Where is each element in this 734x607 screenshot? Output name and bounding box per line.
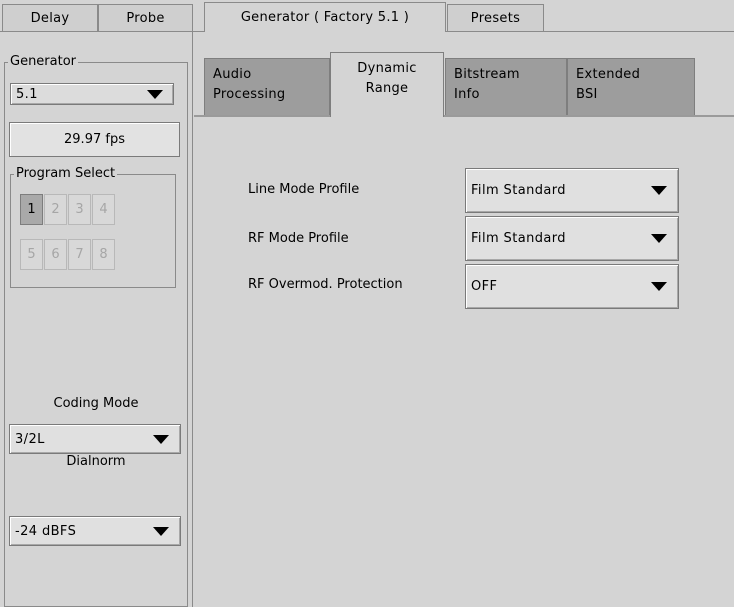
- coding-mode-select[interactable]: 3/2L: [9, 424, 181, 454]
- chevron-down-icon: [651, 186, 667, 195]
- tab-generator[interactable]: Generator ( Factory 5.1 ): [204, 2, 446, 32]
- program-button-4-label: 4: [99, 202, 108, 217]
- program-button-2[interactable]: 2: [44, 194, 67, 225]
- subtab-audio-processing-line1: Audio: [213, 67, 252, 82]
- dialnorm-label: Dialnorm: [66, 454, 126, 469]
- dialnorm-value: -24 dBFS: [15, 523, 77, 539]
- program-button-1-label: 1: [27, 202, 36, 217]
- line-mode-profile-label: Line Mode Profile: [248, 182, 360, 197]
- subtab-dynamic-range-line1: Dynamic: [357, 61, 417, 76]
- rf-overmod-protection-label: RF Overmod. Protection: [248, 277, 403, 292]
- subtab-dynamic-range[interactable]: Dynamic Range: [330, 52, 444, 117]
- coding-mode-label: Coding Mode: [53, 396, 139, 411]
- chevron-down-icon: [153, 526, 169, 536]
- chevron-down-icon: [651, 234, 667, 243]
- generator-group-label: Generator: [8, 54, 79, 69]
- subtab-dynamic-range-line2: Range: [365, 81, 409, 96]
- program-select-label: Program Select: [14, 166, 118, 181]
- generator-select[interactable]: 5.1: [10, 83, 174, 105]
- tab-presets-label: Presets: [470, 11, 521, 26]
- subtab-audio-processing-line2: Processing: [213, 87, 286, 102]
- coding-mode-value: 3/2L: [15, 431, 45, 447]
- rf-overmod-protection-select[interactable]: OFF: [465, 264, 679, 309]
- subtab-audio-processing[interactable]: Audio Processing: [204, 58, 330, 115]
- chevron-down-icon: [651, 282, 667, 291]
- program-button-5[interactable]: 5: [20, 239, 43, 270]
- subtab-divider: [194, 115, 734, 117]
- fps-display: 29.97 fps: [9, 122, 180, 157]
- subtab-bitstream-info-line2: Info: [454, 87, 480, 102]
- program-button-8-label: 8: [99, 247, 108, 262]
- subtab-extended-bsi-line2: BSI: [576, 87, 598, 102]
- line-mode-profile-select[interactable]: Film Standard: [465, 168, 679, 213]
- subtab-bitstream-info[interactable]: Bitstream Info: [445, 58, 567, 115]
- generator-select-value: 5.1: [16, 86, 38, 102]
- program-button-6-label: 6: [51, 247, 60, 262]
- tab-generator-label: Generator ( Factory 5.1 ): [240, 10, 410, 25]
- rf-mode-profile-label: RF Mode Profile: [248, 231, 349, 246]
- tab-presets[interactable]: Presets: [447, 4, 544, 32]
- rf-mode-profile-select[interactable]: Film Standard: [465, 216, 679, 261]
- program-button-7[interactable]: 7: [68, 239, 91, 270]
- program-button-3-label: 3: [75, 202, 84, 217]
- subtab-extended-bsi-line1: Extended: [576, 67, 641, 82]
- program-button-5-label: 5: [27, 247, 36, 262]
- fps-value: 29.97 fps: [64, 132, 125, 147]
- tab-delay[interactable]: Delay: [2, 4, 98, 32]
- chevron-down-icon: [153, 434, 169, 444]
- tab-delay-label: Delay: [30, 11, 70, 26]
- program-button-3[interactable]: 3: [68, 194, 91, 225]
- chevron-down-icon: [147, 89, 163, 99]
- rf-mode-profile-value: Film Standard: [471, 231, 566, 246]
- subtab-bitstream-info-line1: Bitstream: [454, 67, 520, 82]
- program-button-1[interactable]: 1: [20, 194, 43, 225]
- subtab-extended-bsi[interactable]: Extended BSI: [567, 58, 695, 115]
- program-button-2-label: 2: [51, 202, 60, 217]
- tab-probe[interactable]: Probe: [98, 4, 193, 32]
- rf-overmod-protection-value: OFF: [471, 279, 498, 294]
- left-panel: Generator 5.1 29.97 fps Program Select 1…: [0, 32, 193, 607]
- program-button-4[interactable]: 4: [92, 194, 115, 225]
- tab-probe-label: Probe: [126, 11, 165, 26]
- program-select-group: [10, 174, 176, 288]
- program-button-6[interactable]: 6: [44, 239, 67, 270]
- dialnorm-select[interactable]: -24 dBFS: [9, 516, 181, 546]
- program-button-7-label: 7: [75, 247, 84, 262]
- program-button-8[interactable]: 8: [92, 239, 115, 270]
- line-mode-profile-value: Film Standard: [471, 183, 566, 198]
